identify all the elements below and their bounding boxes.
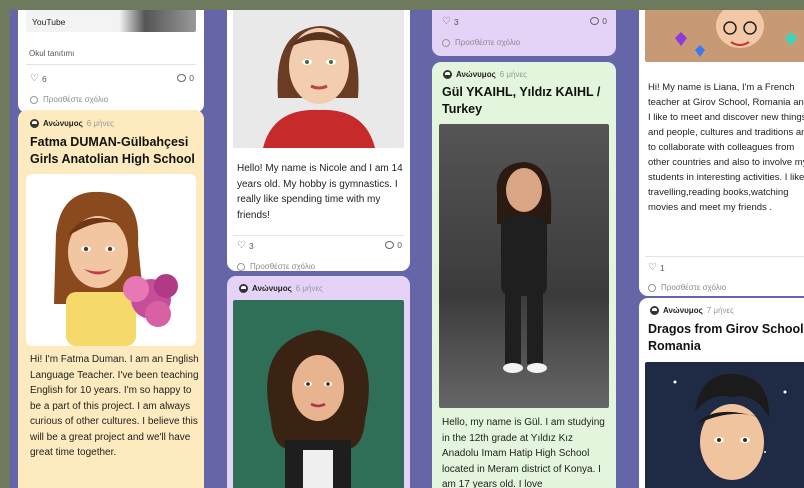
post-card-fatma[interactable]: Ανώνυμος 6 μήνες Fatma DUMAN-Gülbahçesi G… xyxy=(18,110,204,488)
heart-icon: ♡ xyxy=(648,262,657,273)
post-caption: Okul tanıtımı xyxy=(29,49,75,58)
heart-icon: ♡ xyxy=(30,73,39,84)
comment-icon xyxy=(385,241,395,249)
author-avatar-icon xyxy=(239,284,248,293)
gul-avatar-image[interactable] xyxy=(439,124,609,408)
add-comment-button[interactable]: Προσθέστε σχόλιο xyxy=(442,38,520,47)
post-body: Hi! I'm Fatma Duman. I am an English Lan… xyxy=(30,354,199,458)
nicole-avatar-image[interactable] xyxy=(233,10,404,148)
post-author: Ανώνυμος 6 μήνες xyxy=(30,119,114,128)
like-count: 3 xyxy=(248,240,254,251)
author-avatar-icon xyxy=(443,70,452,79)
comment-count[interactable]: 0 xyxy=(590,16,607,26)
like-button[interactable]: ♡ 3 xyxy=(442,16,459,27)
user-icon xyxy=(442,38,450,47)
post-body: Hi! My name is Liana, I'm a French teach… xyxy=(648,82,804,213)
user-icon xyxy=(648,283,656,292)
post-body: Hello! My name is Nicole and I am 14 yea… xyxy=(237,163,403,221)
comment-icon xyxy=(177,74,187,82)
fatma-avatar-image[interactable] xyxy=(26,174,196,346)
heart-icon: ♡ xyxy=(442,16,451,27)
bitmoji-avatar xyxy=(675,10,797,57)
bitmoji-avatar xyxy=(54,191,178,346)
post-card-dragos[interactable]: Ανώνυμος 7 μήνες Dragos from Girov School… xyxy=(639,298,804,488)
post-card-liana[interactable]: Hi! My name is Liana, I'm a French teach… xyxy=(639,10,804,296)
bitmoji-avatar xyxy=(496,162,552,373)
padlet-wall: YouTube Okul tanıtımı ♡ 6 0 Προσθέστε σχό… xyxy=(10,10,804,488)
post-card-okul[interactable]: YouTube Okul tanıtımı ♡ 6 0 Προσθέστε σχό… xyxy=(18,10,204,113)
bitmoji-avatar xyxy=(673,373,787,480)
comment-count[interactable]: 0 xyxy=(177,73,194,83)
bitmoji-avatar xyxy=(267,330,369,488)
like-count: 3 xyxy=(453,16,459,27)
post-author: Ανώνυμος 7 μήνες xyxy=(650,306,734,315)
like-button[interactable]: ♡ 1 xyxy=(648,262,665,273)
like-button[interactable]: ♡ 3 xyxy=(237,240,254,251)
add-comment-button[interactable]: Προσθέστε σχόλιο xyxy=(648,283,726,292)
user-icon xyxy=(237,262,245,271)
author-avatar-icon xyxy=(30,119,39,128)
post-title: Gül YKAIHL, Yıldız KAIHL / Turkey xyxy=(442,85,601,116)
author-avatar-icon xyxy=(650,306,659,315)
post-title: Fatma DUMAN-Gülbahçesi Girls Anatolian H… xyxy=(30,135,195,166)
like-count: 1 xyxy=(659,262,665,273)
curly-avatar-image[interactable] xyxy=(233,300,404,488)
post-body: Hello, my name is Gül. I am studying in … xyxy=(442,417,605,488)
like-count: 6 xyxy=(41,73,47,84)
youtube-thumbnail[interactable]: YouTube xyxy=(26,10,196,32)
comment-count[interactable]: 0 xyxy=(385,240,402,250)
youtube-source-label: YouTube xyxy=(32,17,66,27)
post-card-nicole[interactable]: Hello! My name is Nicole and I am 14 yea… xyxy=(227,10,410,271)
add-comment-button[interactable]: Προσθέστε σχόλιο xyxy=(30,95,108,104)
dragos-avatar-image[interactable] xyxy=(645,362,804,488)
post-card-top-col3[interactable]: ♡ 3 0 Προσθέστε σχόλιο xyxy=(432,10,616,56)
post-author: Ανώνυμος 6 μήνες xyxy=(443,70,527,79)
post-author: Ανώνυμος 6 μήνες xyxy=(239,284,323,293)
add-comment-button[interactable]: Προσθέστε σχόλιο xyxy=(237,262,315,271)
heart-icon: ♡ xyxy=(237,240,246,251)
user-icon xyxy=(30,95,38,104)
bitmoji-avatar xyxy=(263,26,375,148)
post-title: Dragos from Girov School Romania xyxy=(648,322,804,353)
post-card-curly[interactable]: Ανώνυμος 6 μήνες xyxy=(227,276,410,488)
comment-icon xyxy=(590,17,600,25)
liana-avatar-image[interactable] xyxy=(645,10,804,62)
like-button[interactable]: ♡ 6 xyxy=(30,73,47,84)
post-card-gul[interactable]: Ανώνυμος 6 μήνες Gül YKAIHL, Yıldız KAIHL… xyxy=(432,62,616,488)
